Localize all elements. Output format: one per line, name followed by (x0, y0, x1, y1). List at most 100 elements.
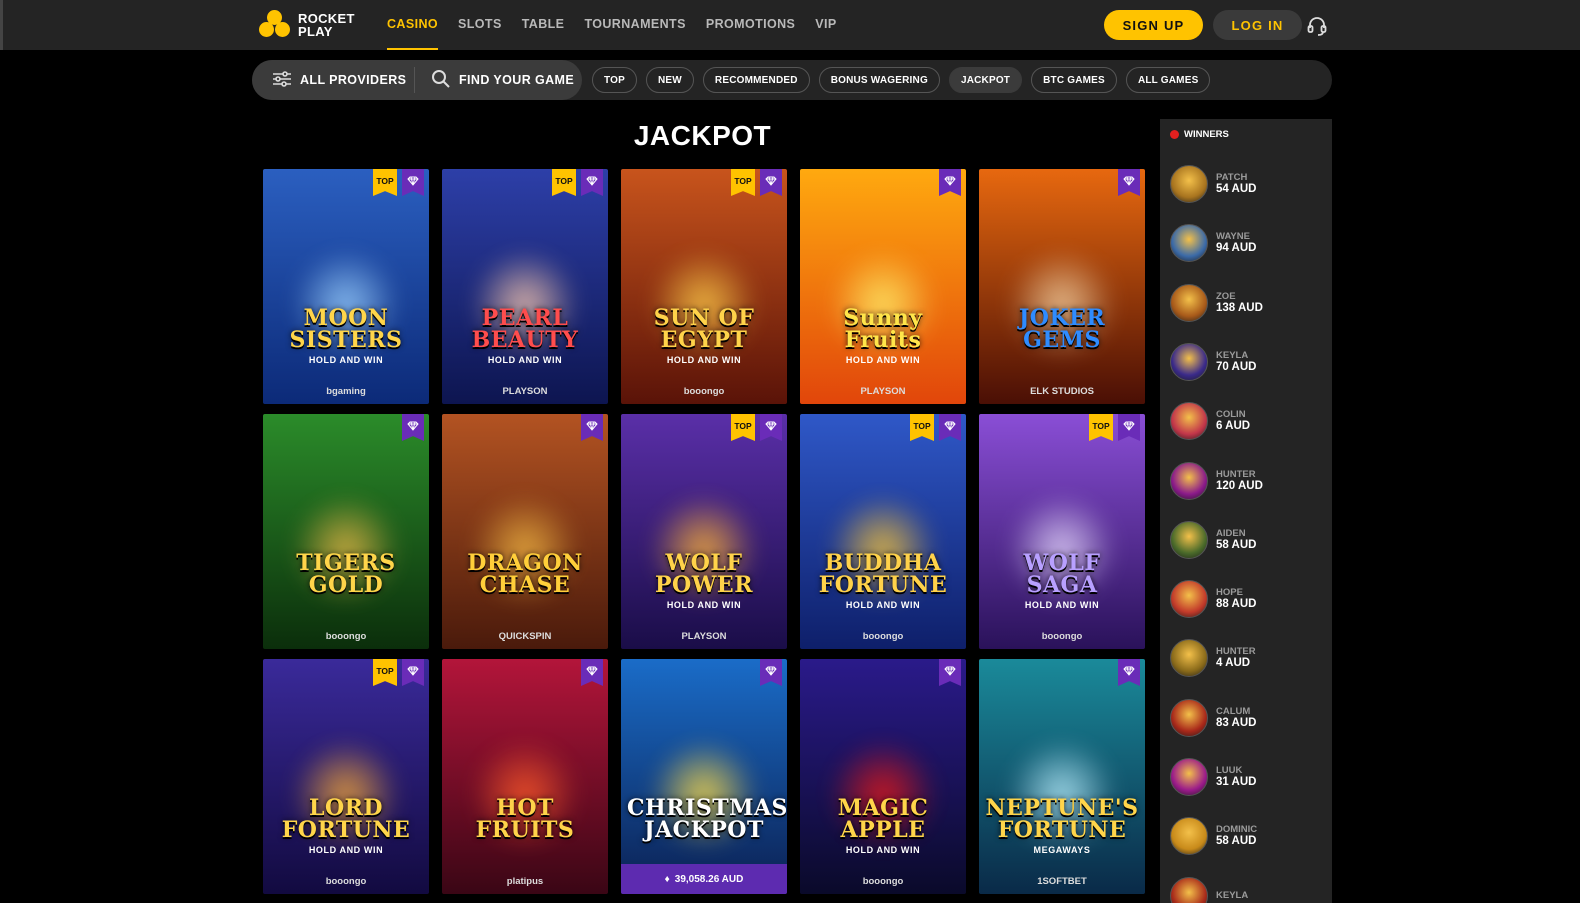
nav-item-vip[interactable]: VIP (815, 0, 836, 50)
nav-item-slots[interactable]: SLOTS (458, 0, 502, 50)
chip-bonus-wagering[interactable]: BONUS WAGERING (818, 67, 940, 93)
winners-header: WINNERS (1170, 129, 1229, 140)
game-subtitle: MEGAWAYS (1033, 845, 1091, 855)
rocketplay-logo[interactable]: ROCKET PLAY (259, 10, 355, 40)
game-title: MOON SISTERS (289, 305, 403, 353)
chip-new[interactable]: NEW (645, 67, 694, 93)
winner-item[interactable]: CALUM 83 AUD (1170, 698, 1330, 738)
game-title: WOLF SAGA (1023, 550, 1101, 598)
winner-game-thumb (1170, 402, 1208, 441)
nav-item-promotions[interactable]: PROMOTIONS (706, 0, 795, 50)
game-title: TIGERS GOLD (296, 550, 396, 598)
winner-game-thumb (1170, 461, 1208, 500)
game-title: WOLF POWER (655, 550, 753, 598)
game-subtitle: HOLD AND WIN (308, 845, 384, 855)
winner-name: AIDEN (1216, 527, 1246, 539)
game-title: CHRISTMAS JACKPOT (627, 795, 787, 843)
game-title: PEARL BEAUTY (471, 305, 579, 353)
live-dot-icon (1170, 130, 1179, 139)
winner-item[interactable]: COLIN 6 AUD (1170, 401, 1330, 441)
provider-logo: PLAYSON (502, 386, 548, 397)
top-badge: TOP (373, 659, 397, 686)
logo-text-line2: PLAY (298, 24, 333, 39)
winner-game-thumb (1170, 758, 1208, 796)
search-icon (431, 69, 451, 92)
game-title: BUDDHA FORTUNE (818, 550, 948, 598)
winner-item[interactable]: HOPE 88 AUD (1170, 579, 1330, 619)
gem-icon (402, 659, 424, 686)
winner-item[interactable]: PATCH 54 AUD (1170, 164, 1330, 204)
game-title: MAGIC APPLE (837, 795, 929, 843)
gem-icon (760, 169, 782, 196)
game-card[interactable]: WOLF SAGA HOLD AND WIN booongo TOP (979, 414, 1145, 649)
game-card[interactable]: MOON SISTERS HOLD AND WIN bgaming TOP (263, 169, 429, 404)
all-providers-label: ALL PROVIDERS (300, 73, 407, 87)
game-card[interactable]: MAGIC APPLE HOLD AND WIN booongo (800, 659, 966, 894)
chip-btc-games[interactable]: BTC GAMES (1031, 67, 1117, 93)
chip-all-games[interactable]: ALL GAMES (1125, 67, 1211, 93)
winner-name: LUUK (1216, 765, 1243, 776)
provider-logo: QUICKSPIN (498, 631, 552, 642)
game-title: NEPTUNE'S FORTUNE (985, 795, 1139, 843)
chip-jackpot[interactable]: JACKPOT (948, 67, 1023, 93)
gem-icon (760, 414, 782, 441)
chip-top[interactable]: TOP (592, 67, 637, 93)
winner-item[interactable]: HUNTER 4 AUD (1170, 638, 1330, 678)
winner-item[interactable]: WAYNE 94 AUD (1170, 223, 1330, 263)
winner-game-thumb (1170, 283, 1208, 322)
login-button[interactable]: LOG IN (1213, 10, 1302, 40)
gem-icon (760, 659, 782, 686)
winner-item[interactable]: KEYLA 70 AUD (1170, 342, 1330, 382)
game-card[interactable]: HOT FRUITS platipus (442, 659, 608, 894)
find-game-label: FIND YOUR GAME (459, 73, 575, 87)
gem-icon (939, 659, 961, 686)
game-title: LORD FORTUNE (281, 795, 411, 843)
nav-item-table[interactable]: TABLE (522, 0, 565, 50)
winner-name: COLIN (1216, 409, 1246, 421)
jackpot-value: 39,058.26 AUD (674, 873, 744, 885)
gem-icon (1118, 414, 1140, 441)
headset-icon[interactable] (1306, 15, 1328, 37)
winner-name: PATCH (1216, 172, 1248, 183)
winner-item[interactable]: AIDEN 58 AUD (1170, 520, 1330, 560)
gem-icon (581, 414, 603, 441)
game-card[interactable]: JOKER GEMS ELK STUDIOS (979, 169, 1145, 404)
game-subtitle: HOLD AND WIN (845, 355, 921, 365)
nav-item-tournaments[interactable]: TOURNAMENTS (584, 0, 685, 50)
provider-logo: booongo (1041, 631, 1083, 642)
game-card[interactable]: SUN OF EGYPT HOLD AND WIN booongo TOP (621, 169, 787, 404)
winner-item[interactable]: HUNTER 120 AUD (1170, 461, 1330, 501)
game-card[interactable]: NEPTUNE'S FORTUNE MEGAWAYS 1SOFTBET (979, 659, 1145, 894)
provider-logo: booongo (683, 386, 725, 397)
game-card[interactable]: Sunny Fruits HOLD AND WIN PLAYSON (800, 169, 966, 404)
provider-logo: booongo (325, 631, 367, 642)
game-card[interactable]: WOLF POWER HOLD AND WIN PLAYSON TOP (621, 414, 787, 649)
game-title: HOT FRUITS (475, 795, 575, 843)
game-card[interactable]: PEARL BEAUTY HOLD AND WIN PLAYSON TOP (442, 169, 608, 404)
winner-item[interactable]: ZOE 138 AUD (1170, 283, 1330, 323)
chip-recommended[interactable]: RECOMMENDED (702, 67, 810, 93)
provider-logo: 1SOFTBET (1037, 876, 1087, 887)
gem-icon (939, 414, 961, 441)
gem-icon (581, 659, 603, 686)
winner-amount: 83 AUD (1216, 716, 1257, 729)
game-card[interactable]: TIGERS GOLD booongo (263, 414, 429, 649)
top-badge: TOP (373, 169, 397, 196)
winner-item[interactable]: DOMINIC 58 AUD (1170, 816, 1330, 856)
winner-name: KEYLA (1216, 890, 1249, 902)
all-providers-button[interactable]: ALL PROVIDERS (252, 67, 415, 93)
winner-amount: 58 AUD (1216, 835, 1257, 848)
winner-item[interactable]: LUUK 31 AUD (1170, 757, 1330, 797)
game-title: JOKER GEMS (1018, 305, 1106, 353)
game-card[interactable]: CHRISTMAS JACKPOT ♦ 39,058.26 AUD (621, 659, 787, 894)
nav-item-casino[interactable]: CASINO (387, 0, 439, 50)
game-card[interactable]: BUDDHA FORTUNE HOLD AND WIN booongo TOP (800, 414, 966, 649)
winner-amount: 6 AUD (1216, 420, 1251, 433)
winners-panel: WINNERS PATCH 54 AUD WAYNE 94 AUD ZOE 138 AUD… (1160, 119, 1332, 903)
game-card[interactable]: DRAGON CHASE QUICKSPIN (442, 414, 608, 649)
winner-item[interactable]: KEYLA (1170, 876, 1330, 903)
signup-button[interactable]: SIGN UP (1104, 10, 1203, 40)
game-card[interactable]: LORD FORTUNE HOLD AND WIN booongo TOP (263, 659, 429, 894)
page-title: JACKPOT (633, 120, 772, 151)
find-game-button[interactable]: FIND YOUR GAME (415, 60, 574, 100)
